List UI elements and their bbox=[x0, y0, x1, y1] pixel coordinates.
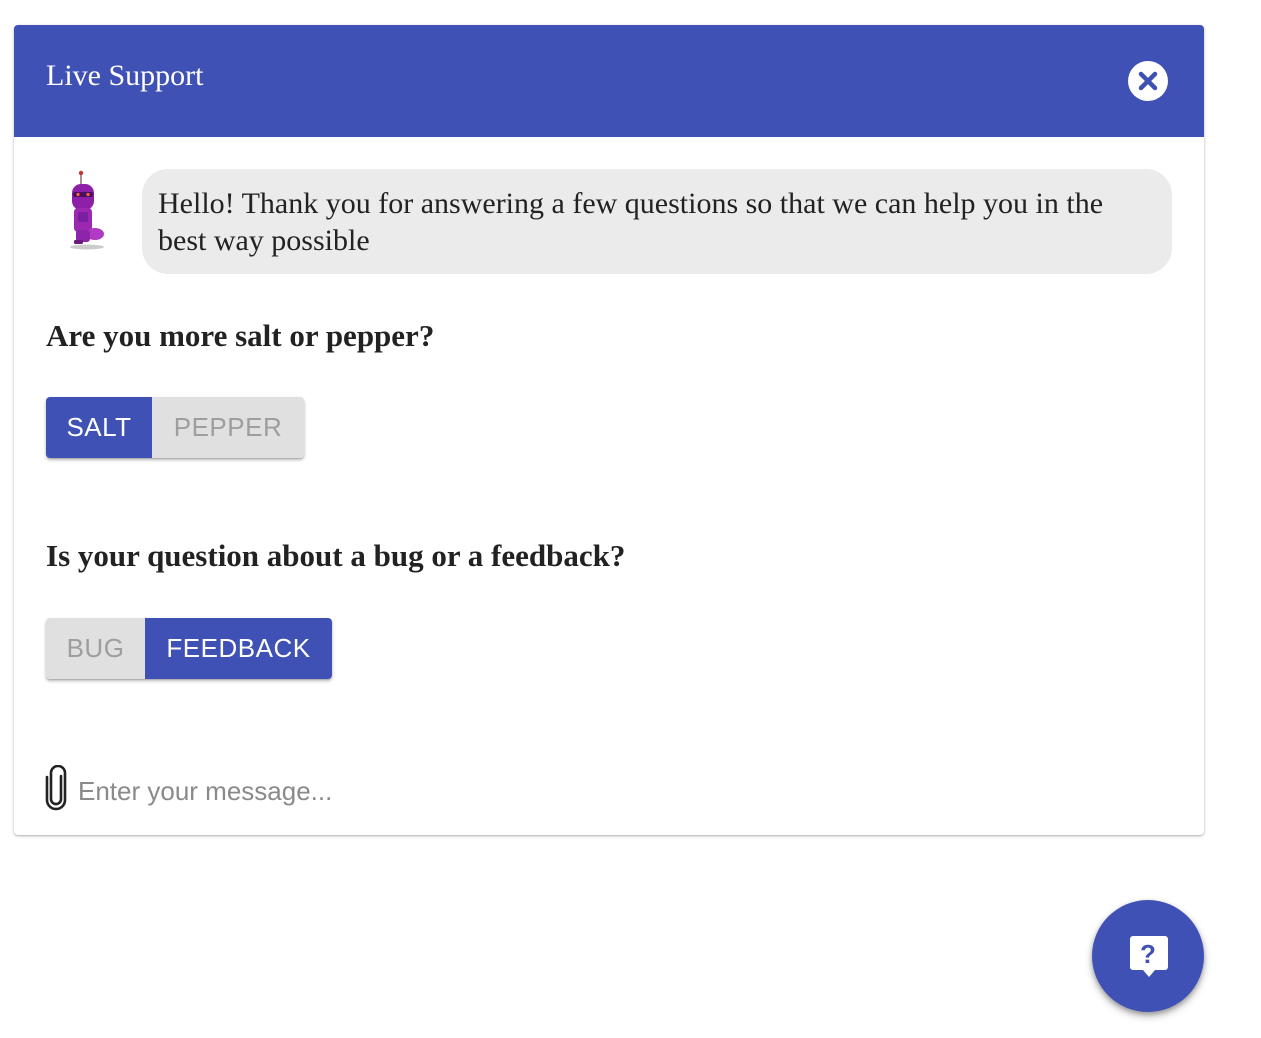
salt-pepper-toggle-group: SALT PEPPER bbox=[46, 397, 304, 458]
chat-header: Live Support bbox=[14, 25, 1204, 137]
close-icon bbox=[1138, 71, 1158, 91]
help-chat-icon: ? bbox=[1130, 936, 1168, 977]
question-salt-pepper: Are you more salt or pepper? bbox=[46, 318, 435, 353]
bug-option-button[interactable]: BUG bbox=[46, 618, 145, 679]
message-input[interactable] bbox=[76, 769, 1180, 813]
bot-message-bubble: Hello! Thank you for answering a few que… bbox=[142, 169, 1172, 274]
svg-text:?: ? bbox=[1140, 939, 1156, 969]
paperclip-icon[interactable] bbox=[42, 764, 70, 811]
chat-title: Live Support bbox=[46, 59, 204, 92]
feedback-option-button[interactable]: FEEDBACK bbox=[145, 618, 332, 679]
salt-option-button[interactable]: SALT bbox=[46, 397, 152, 458]
pepper-option-button[interactable]: PEPPER bbox=[152, 397, 304, 458]
robot-avatar-icon bbox=[62, 170, 112, 250]
help-chat-fab-button[interactable]: ? bbox=[1092, 900, 1204, 1012]
close-button[interactable] bbox=[1128, 61, 1168, 101]
bug-feedback-toggle-group: BUG FEEDBACK bbox=[46, 618, 332, 679]
question-bug-feedback: Is your question about a bug or a feedba… bbox=[46, 538, 626, 573]
support-chat-widget: Live Support Hello! Thank you for answer… bbox=[14, 25, 1204, 835]
